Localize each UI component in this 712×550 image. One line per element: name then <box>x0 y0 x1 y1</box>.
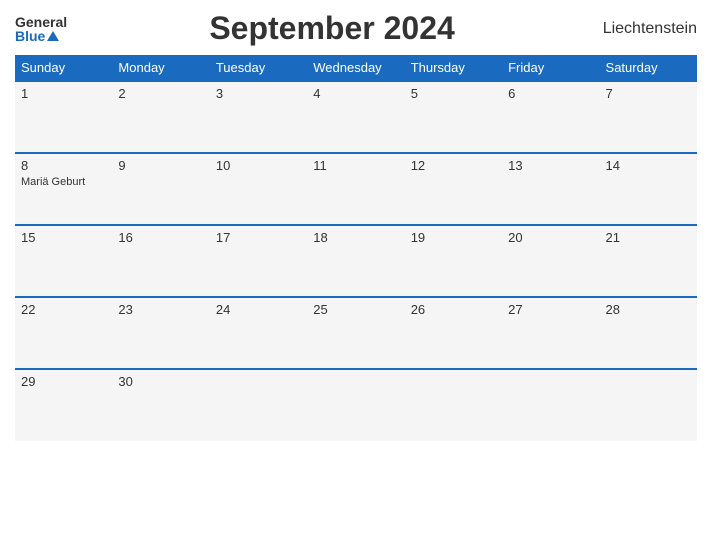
day-number: 2 <box>118 86 203 101</box>
calendar-day-cell: 18 <box>307 225 404 297</box>
calendar-day-cell: 6 <box>502 81 599 153</box>
calendar-day-cell: 12 <box>405 153 502 225</box>
calendar-day-cell: 1 <box>15 81 112 153</box>
day-number: 13 <box>508 158 593 173</box>
calendar-day-cell: 15 <box>15 225 112 297</box>
day-number: 22 <box>21 302 106 317</box>
logo-blue-text: Blue <box>15 29 45 43</box>
calendar-day-cell: 26 <box>405 297 502 369</box>
day-number: 14 <box>606 158 691 173</box>
weekday-header-row: Sunday Monday Tuesday Wednesday Thursday… <box>15 55 697 81</box>
calendar-day-cell: 4 <box>307 81 404 153</box>
logo-triangle-icon <box>47 31 59 41</box>
calendar-day-cell: 13 <box>502 153 599 225</box>
day-number: 19 <box>411 230 496 245</box>
calendar-day-cell: 14 <box>600 153 697 225</box>
day-number: 12 <box>411 158 496 173</box>
calendar-day-cell: 28 <box>600 297 697 369</box>
calendar-day-cell: 23 <box>112 297 209 369</box>
logo: General Blue <box>15 15 67 43</box>
calendar-day-cell: 16 <box>112 225 209 297</box>
day-number: 16 <box>118 230 203 245</box>
calendar-day-cell <box>502 369 599 441</box>
calendar-day-cell <box>307 369 404 441</box>
calendar-day-cell: 10 <box>210 153 307 225</box>
day-number: 28 <box>606 302 691 317</box>
calendar-day-cell <box>405 369 502 441</box>
calendar-day-cell <box>600 369 697 441</box>
event-label: Mariä Geburt <box>21 176 85 188</box>
calendar-day-cell: 30 <box>112 369 209 441</box>
day-number: 29 <box>21 374 106 389</box>
day-number: 24 <box>216 302 301 317</box>
calendar-day-cell: 2 <box>112 81 209 153</box>
calendar-day-cell: 3 <box>210 81 307 153</box>
day-number: 9 <box>118 158 203 173</box>
day-number: 3 <box>216 86 301 101</box>
calendar-day-cell: 27 <box>502 297 599 369</box>
day-number: 25 <box>313 302 398 317</box>
header-saturday: Saturday <box>600 55 697 81</box>
day-number: 20 <box>508 230 593 245</box>
day-number: 10 <box>216 158 301 173</box>
calendar-day-cell: 11 <box>307 153 404 225</box>
header-monday: Monday <box>112 55 209 81</box>
day-number: 23 <box>118 302 203 317</box>
calendar-week-row: 8 Mariä Geburt 9 10 11 12 13 14 <box>15 153 697 225</box>
day-number: 11 <box>313 158 398 173</box>
calendar-day-cell: 20 <box>502 225 599 297</box>
day-number: 18 <box>313 230 398 245</box>
calendar-container: General Blue September 2024 Liechtenstei… <box>0 0 712 550</box>
calendar-day-cell: 19 <box>405 225 502 297</box>
calendar-day-cell: 24 <box>210 297 307 369</box>
calendar-day-cell <box>210 369 307 441</box>
header-friday: Friday <box>502 55 599 81</box>
calendar-day-cell: 21 <box>600 225 697 297</box>
calendar-week-row: 29 30 <box>15 369 697 441</box>
calendar-week-row: 22 23 24 25 26 27 28 <box>15 297 697 369</box>
day-number: 8 <box>21 158 106 173</box>
day-number: 4 <box>313 86 398 101</box>
day-number: 26 <box>411 302 496 317</box>
calendar-day-cell: 5 <box>405 81 502 153</box>
calendar-day-cell: 25 <box>307 297 404 369</box>
day-number: 6 <box>508 86 593 101</box>
day-number: 1 <box>21 86 106 101</box>
calendar-header: General Blue September 2024 Liechtenstei… <box>15 10 697 47</box>
day-number: 21 <box>606 230 691 245</box>
calendar-day-cell: 7 <box>600 81 697 153</box>
calendar-table: Sunday Monday Tuesday Wednesday Thursday… <box>15 55 697 441</box>
day-number: 5 <box>411 86 496 101</box>
header-thursday: Thursday <box>405 55 502 81</box>
calendar-day-cell: 17 <box>210 225 307 297</box>
calendar-day-cell: 9 <box>112 153 209 225</box>
calendar-week-row: 15 16 17 18 19 20 21 <box>15 225 697 297</box>
day-number: 7 <box>606 86 691 101</box>
header-wednesday: Wednesday <box>307 55 404 81</box>
day-number: 30 <box>118 374 203 389</box>
day-number: 27 <box>508 302 593 317</box>
header-sunday: Sunday <box>15 55 112 81</box>
day-number: 17 <box>216 230 301 245</box>
calendar-day-cell: 8 Mariä Geburt <box>15 153 112 225</box>
country-name: Liechtenstein <box>597 20 697 38</box>
day-number: 15 <box>21 230 106 245</box>
calendar-week-row: 1234567 <box>15 81 697 153</box>
logo-general-text: General <box>15 15 67 29</box>
month-title: September 2024 <box>67 10 597 47</box>
header-tuesday: Tuesday <box>210 55 307 81</box>
calendar-day-cell: 22 <box>15 297 112 369</box>
calendar-day-cell: 29 <box>15 369 112 441</box>
